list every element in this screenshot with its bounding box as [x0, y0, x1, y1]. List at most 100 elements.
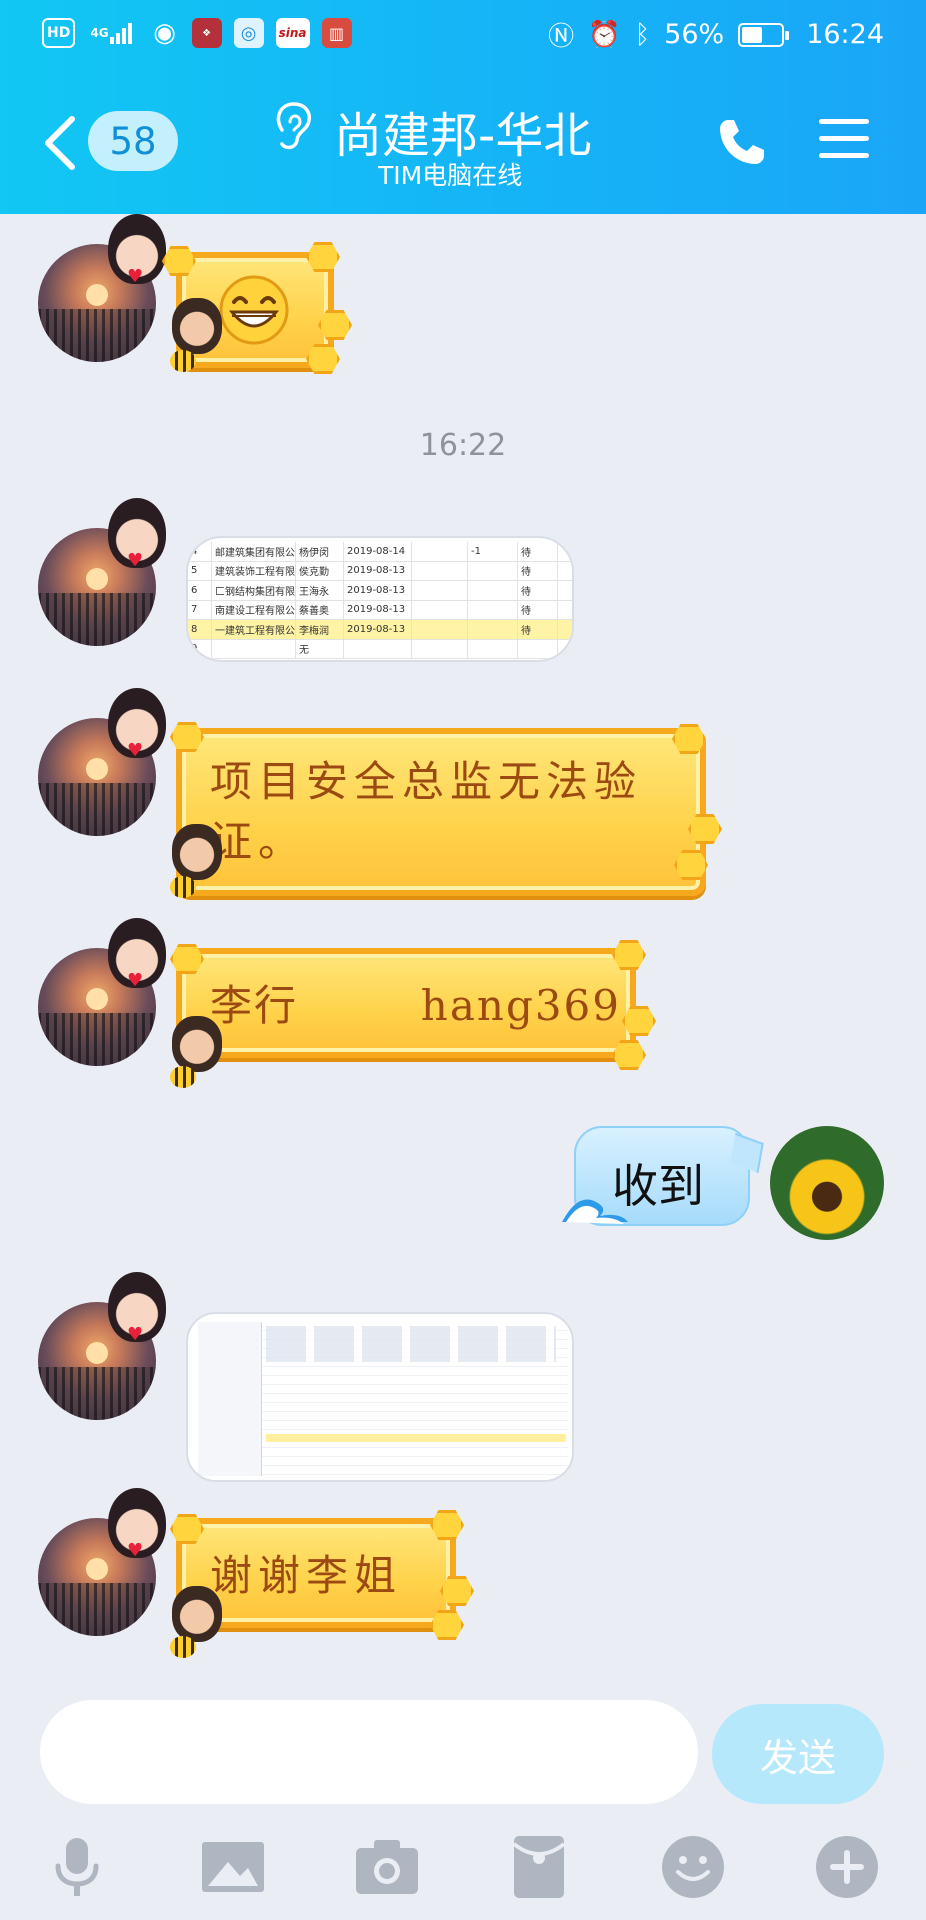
message-text-content: 项目安全总监无法验证。: [210, 757, 643, 866]
spreadsheet-cell: 待: [518, 600, 558, 619]
spreadsheet-cell: 2019-08-13: [344, 600, 412, 619]
spreadsheet-row: 4 邮建筑集团有限公司 杨伊闵 2019-08-14 -1 待: [188, 542, 572, 562]
spreadsheet-cell: 5: [188, 561, 212, 580]
spreadsheet-cell: [468, 561, 518, 580]
battery-percent: 56%: [664, 19, 725, 50]
message-input[interactable]: [40, 1700, 698, 1804]
spreadsheet-cell: 王海永: [296, 581, 344, 600]
chat-messages[interactable]: ♥ 16:22 ♥ 4 邮建筑集团有限公司 杨伊闵 2019-08-14 -1 待 5 建筑装…: [0, 214, 926, 1684]
nfc-icon: Ⓝ: [548, 22, 575, 52]
spreadsheet-cell-empty: [412, 561, 468, 580]
message-timestamp: 16:22: [419, 428, 507, 463]
microphone-button[interactable]: [40, 1830, 114, 1904]
unread-badge[interactable]: 58: [88, 111, 178, 171]
spreadsheet-cell: 邮建筑集团有限公司: [212, 542, 296, 561]
spreadsheet-cell: 9: [188, 639, 212, 658]
red-packet-icon: [512, 1836, 566, 1898]
spreadsheet-cell: [468, 600, 518, 619]
chevron-left-icon: [45, 116, 75, 170]
spreadsheet-cell: [468, 581, 518, 600]
spreadsheet-row: 5 建筑装饰工程有限 侯克勤 2019-08-13 待: [188, 561, 572, 581]
status-bar: HD 4G ◉ ❖ ◎ sina ▥ Ⓝ ⏰ ᛒ 56% 16:24: [0, 0, 926, 70]
app-icon-2: ◎: [233, 18, 264, 48]
bee-decor: [170, 1066, 196, 1088]
spreadsheet-cell: 待: [518, 581, 558, 600]
input-toolbar: [0, 1830, 926, 1910]
bee-decor: [170, 350, 196, 372]
spreadsheet-image-thumbnail[interactable]: 4 邮建筑集团有限公司 杨伊闵 2019-08-14 -1 待 5 建筑装饰工程有限 侯克勤 20…: [186, 536, 574, 662]
signal-bars-icon: [109, 23, 132, 44]
spreadsheet-cell: 待: [518, 620, 558, 639]
my-avatar[interactable]: [770, 1126, 884, 1240]
spreadsheet-cell: 杨伊闵: [296, 542, 344, 561]
spreadsheet-cell-empty: [412, 639, 468, 658]
bubble-boy-avatar: [172, 1016, 222, 1072]
message-text: ♥ 李行 hang369: [0, 906, 926, 1088]
spreadsheet-cell: [468, 620, 518, 639]
send-button[interactable]: 发送: [712, 1704, 884, 1804]
spreadsheet-cell: 2019-08-14: [344, 542, 412, 561]
avatar-pendant: ♥: [108, 1272, 166, 1345]
spreadsheet-cell: 匚钢结构集团有限公: [212, 581, 296, 600]
message-text-content: 谢谢李姐: [210, 1551, 403, 1600]
bubble-boy-avatar: [172, 1586, 222, 1642]
screenshot-image-thumbnail[interactable]: [186, 1312, 574, 1482]
spreadsheet-cell: 4: [188, 542, 212, 561]
spreadsheet-preview: 4 邮建筑集团有限公司 杨伊闵 2019-08-14 -1 待 5 建筑装饰工程有限 侯克勤 20…: [188, 542, 572, 659]
image-icon: [202, 1842, 264, 1892]
alarm-icon: ⏰: [588, 19, 621, 50]
spreadsheet-cell-empty: [412, 581, 468, 600]
camera-button[interactable]: [350, 1830, 424, 1904]
spreadsheet-cell: 待: [518, 561, 558, 580]
grin-emoji-icon: [219, 275, 289, 345]
signal-icon: 4G: [87, 18, 137, 48]
bluetooth-icon: ᛒ: [634, 19, 651, 50]
spreadsheet-cell: 李梅润: [296, 620, 344, 639]
battery-icon: [738, 22, 790, 47]
avatar-pendant: ♥: [108, 1488, 166, 1561]
spreadsheet-cell: -1: [468, 542, 518, 561]
back-button[interactable]: [42, 108, 90, 178]
sina-icon: sina: [275, 18, 310, 48]
app-icon-1: ❖: [191, 18, 222, 48]
spreadsheet-row: 6 匚钢结构集团有限公 王海永 2019-08-13 待: [188, 581, 572, 601]
emoji-icon: [662, 1836, 724, 1898]
menu-button[interactable]: [817, 116, 871, 162]
phone-call-button[interactable]: [714, 114, 770, 170]
plus-button[interactable]: [810, 1830, 884, 1904]
spreadsheet-cell: 7: [188, 600, 212, 619]
status-right-icons: Ⓝ ⏰ ᛒ 56% 16:24: [548, 16, 884, 53]
message-text: ♥ 项目安全总监无法验证。: [0, 676, 926, 898]
wave-decor: [562, 1199, 628, 1224]
spreadsheet-cell: [212, 639, 296, 658]
spreadsheet-cell: 2019-08-13: [344, 620, 412, 639]
emoji-button[interactable]: [656, 1830, 730, 1904]
avatar-pendant: ♥: [108, 498, 166, 571]
avatar-pendant: ♥: [108, 214, 166, 287]
spreadsheet-cell: 无: [296, 639, 344, 658]
spreadsheet-cell-empty: [412, 542, 468, 561]
spreadsheet-cell: 6: [188, 581, 212, 600]
spreadsheet-cell: [344, 639, 412, 658]
message-bubble[interactable]: 李行 hang369: [176, 948, 636, 1058]
bee-decor: [170, 876, 196, 898]
message-image: ♥: [0, 1260, 926, 1482]
avatar-pendant: ♥: [108, 688, 166, 761]
avatar-pendant: ♥: [108, 918, 166, 991]
message-image: ♥ 4 邮建筑集团有限公司 杨伊闵 2019-08-14 -1 待 5 建筑装饰工程有限 侯克勤…: [0, 486, 926, 666]
spreadsheet-row: 7 南建设工程有限公司 蔡善奥 2019-08-13 待: [188, 600, 572, 620]
bubble-boy-avatar: [172, 298, 222, 354]
red-packet-button[interactable]: [502, 1830, 576, 1904]
ear-icon[interactable]: [272, 100, 316, 152]
image-button[interactable]: [196, 1830, 270, 1904]
bee-decor: [170, 1636, 196, 1658]
spreadsheet-cell: 待: [518, 542, 558, 561]
chat-subtitle: TIM电脑在线: [378, 161, 523, 190]
microphone-icon: [55, 1838, 99, 1896]
spreadsheet-cell: 一建筑工程有限公: [212, 620, 296, 639]
input-bar: 发送: [0, 1684, 926, 1920]
message-bubble[interactable]: 项目安全总监无法验证。: [176, 728, 706, 896]
plus-icon: [816, 1836, 878, 1898]
spreadsheet-cell: 南建设工程有限公司: [212, 600, 296, 619]
spreadsheet-cell: 2019-08-13: [344, 581, 412, 600]
